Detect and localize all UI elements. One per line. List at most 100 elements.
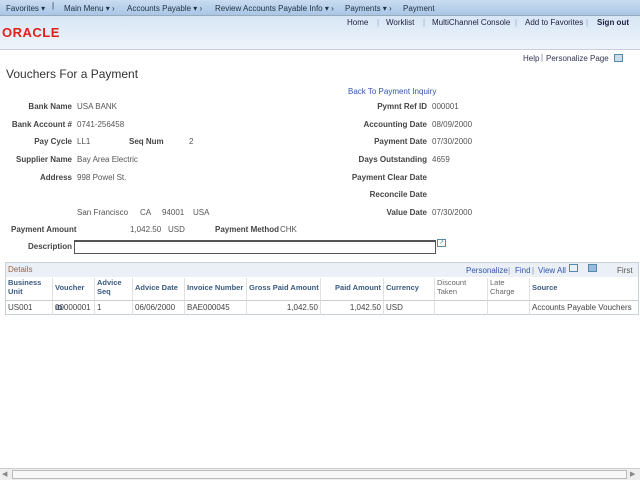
reconcile-date-label: Reconcile Date (369, 190, 427, 199)
page-title: Vouchers For a Payment (6, 67, 139, 81)
description-label: Description (27, 242, 72, 251)
crumb-label: Review Accounts Payable Info (215, 4, 323, 13)
favorites-label: Favorites (6, 4, 39, 13)
grid-find-link[interactable]: Find (515, 266, 531, 275)
description-input[interactable] (74, 240, 436, 254)
pymnt-ref-id-label: Pymnt Ref ID (377, 102, 427, 111)
grid-first-link[interactable]: First (617, 266, 633, 275)
col-voucher-id: Voucher ID (53, 278, 95, 312)
accounting-date-label: Accounting Date (363, 120, 427, 129)
crumb-payment[interactable]: Payment (403, 4, 435, 13)
accounting-date-value: 08/09/2000 (432, 120, 473, 129)
cell-gross-paid-amount: 1,042.50 (247, 300, 321, 315)
divider: | (423, 18, 426, 27)
bank-account-label: Bank Account # (11, 120, 72, 129)
address-country: USA (193, 208, 210, 217)
address-zip: 94001 (162, 208, 185, 217)
scroll-left-icon[interactable]: ◀ (2, 470, 7, 478)
pay-cycle-label: Pay Cycle (34, 137, 72, 146)
address-city: San Francisco (77, 208, 129, 217)
grid-view-all-link[interactable]: View All (538, 266, 566, 275)
expand-icon[interactable]: ↗ (437, 239, 446, 247)
help-link[interactable]: Help (523, 54, 539, 63)
bank-account-value: 0741-256458 (77, 120, 125, 129)
col-invoice-number: Invoice Number (185, 278, 247, 300)
cell-source: Accounts Payable Vouchers (530, 300, 638, 315)
payment-method-label: Payment Method (215, 225, 280, 234)
crumb-label: Payments (345, 4, 381, 13)
personalize-page-link[interactable]: Personalize Page (546, 54, 609, 63)
zoom-grid-icon[interactable] (569, 264, 578, 272)
divider: | (515, 18, 518, 27)
payment-currency: USD (168, 225, 185, 234)
cell-paid-amount: 1,042.50 (321, 300, 384, 315)
divider: | (541, 53, 544, 62)
nav-bar: Favorites ▾ | Main Menu ▾ › Accounts Pay… (0, 0, 640, 16)
col-currency: Currency (384, 278, 435, 300)
col-gross-paid-amount: Gross Paid Amount (247, 278, 321, 300)
payment-method-value: CHK (280, 225, 297, 234)
divider: | (586, 18, 589, 27)
oracle-logo: ORACLE (2, 25, 60, 40)
col-business-unit: Business Unit (6, 278, 53, 300)
cell-voucher-id[interactable]: 00000001 (53, 300, 95, 315)
worklist-link[interactable]: Worklist (386, 18, 414, 27)
details-grid: Details Personalize | Find | View All Fi… (5, 262, 639, 315)
divider: | (377, 18, 380, 27)
col-discount-taken: Discount Taken (435, 278, 488, 300)
main-menu-label: Main Menu (64, 4, 104, 13)
multichannel-link[interactable]: MultiChannel Console (432, 18, 510, 27)
pay-cycle-value: LL1 (77, 137, 91, 146)
cell-advice-date: 06/06/2000 (133, 300, 185, 315)
cell-business-unit: US001 (6, 300, 53, 315)
payment-amount-value: 1,042.50 (130, 225, 162, 234)
new-window-icon[interactable] (614, 54, 623, 62)
main-menu[interactable]: Main Menu ▾ › (64, 4, 115, 13)
cell-late-charge (488, 300, 530, 315)
cell-advice-seq: 1 (95, 300, 133, 315)
divider: | (532, 266, 535, 275)
days-outstanding-label: Days Outstanding (358, 155, 427, 164)
header: Home | Worklist | MultiChannel Console |… (0, 16, 640, 50)
crumb-payments[interactable]: Payments ▾ › (345, 4, 392, 13)
cell-currency: USD (384, 300, 435, 315)
col-advice-seq: Advice Seq (95, 278, 133, 300)
favorites-menu[interactable]: Favorites ▾ (6, 4, 45, 13)
grid-personalize-link[interactable]: Personalize (466, 266, 508, 275)
supplier-name-value: Bay Area Electric (77, 155, 138, 164)
add-favorites-link[interactable]: Add to Favorites (525, 18, 583, 27)
col-source: Source (532, 283, 558, 292)
crumb-label: Accounts Payable (127, 4, 192, 13)
value-date-label: Value Date (386, 208, 427, 217)
sign-out-link[interactable]: Sign out (597, 18, 629, 27)
supplier-name-label: Supplier Name (15, 155, 72, 164)
scroll-right-icon[interactable]: ▶ (630, 470, 635, 478)
payment-amount-label: Payment Amount (11, 225, 77, 234)
payment-clear-date-label: Payment Clear Date (351, 173, 427, 182)
home-link[interactable]: Home (347, 18, 368, 27)
scrollbar-thumb[interactable] (12, 470, 627, 479)
crumb-accounts-payable[interactable]: Accounts Payable ▾ › (127, 4, 202, 13)
pymnt-ref-id-value: 000001 (432, 102, 459, 111)
crumb-review[interactable]: Review Accounts Payable Info ▾ › (215, 4, 334, 13)
divider: | (52, 1, 55, 10)
value-date-value: 07/30/2000 (432, 208, 473, 217)
cell-discount-taken (435, 300, 488, 315)
horizontal-scrollbar[interactable]: ◀ ▶ (0, 468, 640, 480)
grid-title: Details (8, 265, 33, 274)
seq-num-label: Seq Num (129, 137, 164, 146)
payment-date-label: Payment Date (374, 137, 427, 146)
grid-header: Details Personalize | Find | View All Fi… (6, 263, 638, 277)
col-late-charge: Late Charge (488, 278, 530, 300)
bank-name-value: USA BANK (77, 102, 118, 111)
cell-invoice-number: BAE000045 (185, 300, 247, 315)
bank-name-label: Bank Name (28, 102, 72, 111)
col-paid-amount: Paid Amount (321, 278, 384, 300)
seq-num-value: 2 (189, 137, 194, 146)
back-to-payment-inquiry-link[interactable]: Back To Payment Inquiry (348, 87, 436, 96)
payment-date-value: 07/30/2000 (432, 137, 473, 146)
address-label: Address (39, 173, 72, 182)
col-advice-date: Advice Date (133, 278, 185, 300)
address-street: 998 Powel St. (77, 173, 127, 182)
download-icon[interactable] (588, 264, 597, 272)
